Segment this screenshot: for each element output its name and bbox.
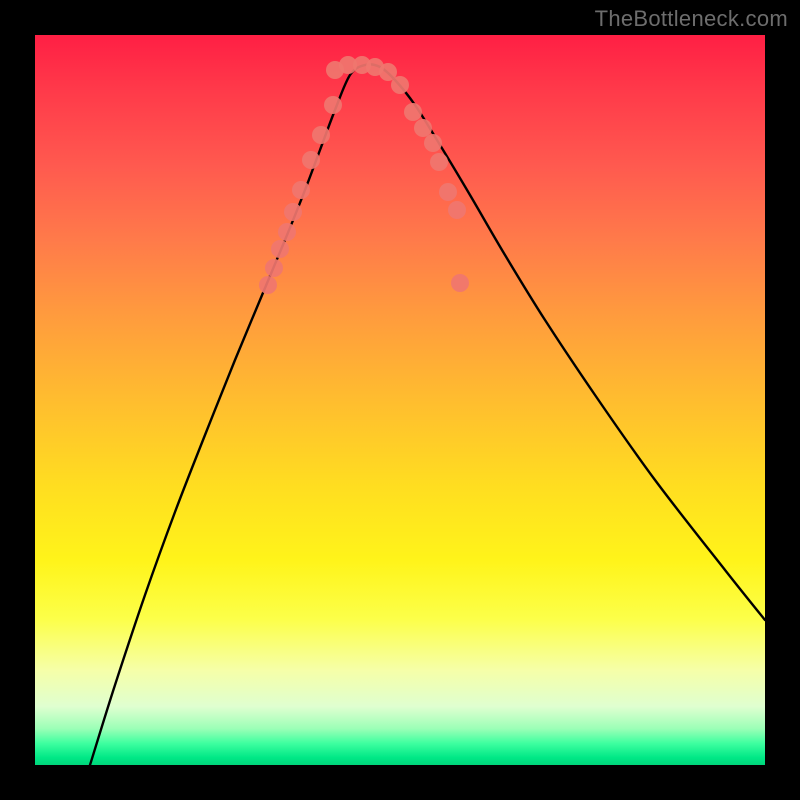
data-marker xyxy=(278,223,296,241)
data-marker xyxy=(404,103,422,121)
data-marker xyxy=(312,126,330,144)
bottleneck-curve xyxy=(90,64,765,765)
data-marker xyxy=(284,203,302,221)
data-marker xyxy=(451,274,469,292)
data-marker xyxy=(448,201,466,219)
watermark-text: TheBottleneck.com xyxy=(595,6,788,32)
data-marker xyxy=(424,134,442,152)
plot-area xyxy=(35,35,765,765)
data-marker xyxy=(259,276,277,294)
data-marker xyxy=(271,240,289,258)
marker-group xyxy=(259,56,469,294)
data-marker xyxy=(439,183,457,201)
curve-svg xyxy=(35,35,765,765)
data-marker xyxy=(414,119,432,137)
data-marker xyxy=(430,153,448,171)
data-marker xyxy=(391,76,409,94)
data-marker xyxy=(292,181,310,199)
data-marker xyxy=(265,259,283,277)
data-marker xyxy=(324,96,342,114)
data-marker xyxy=(302,151,320,169)
chart-frame: TheBottleneck.com xyxy=(0,0,800,800)
